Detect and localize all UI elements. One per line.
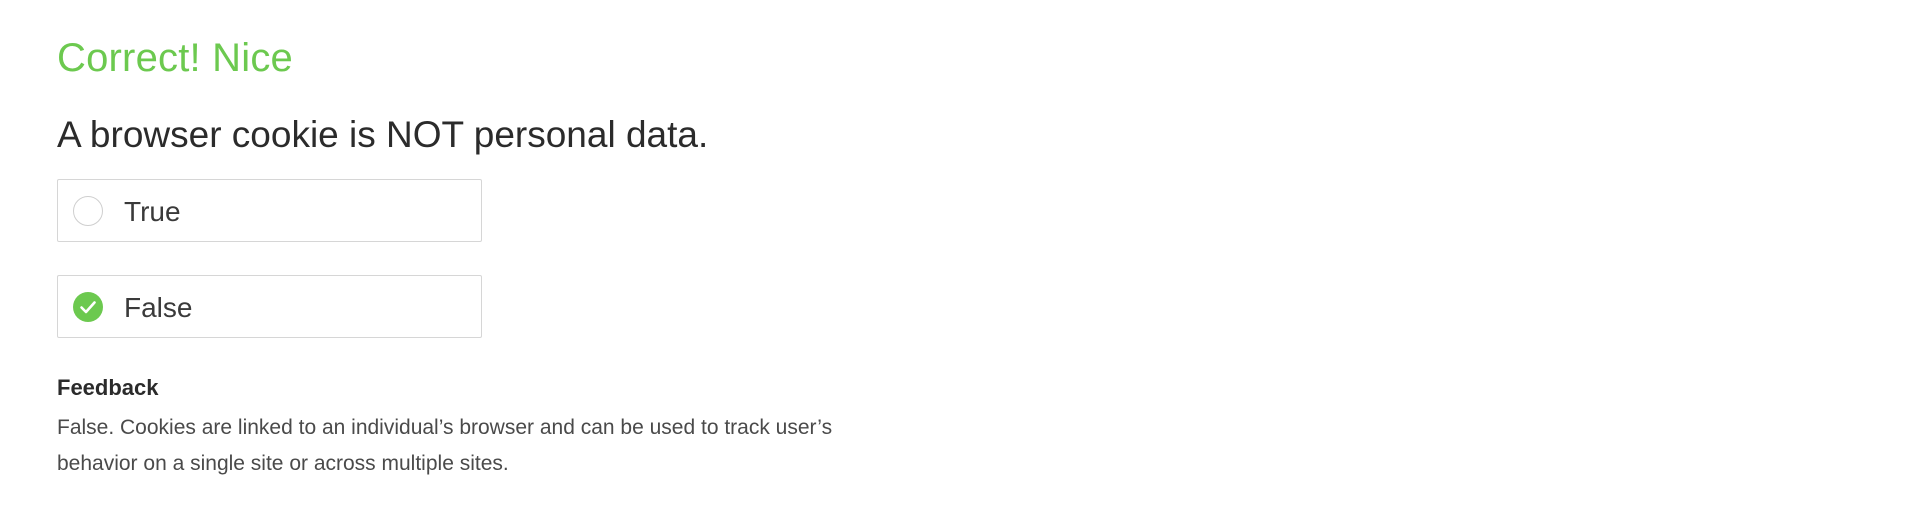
question-text: A browser cookie is NOT personal data. bbox=[57, 114, 709, 155]
feedback-title: Feedback bbox=[57, 375, 159, 400]
option-true[interactable]: True bbox=[57, 179, 482, 242]
radio-empty-icon[interactable] bbox=[73, 196, 103, 226]
check-circle-icon[interactable] bbox=[73, 292, 103, 322]
result-heading: Correct! Nice bbox=[57, 36, 293, 80]
feedback-text: False. Cookies are linked to an individu… bbox=[57, 416, 833, 475]
option-label: True bbox=[124, 196, 181, 227]
option-false[interactable]: False bbox=[57, 275, 482, 338]
option-label: False bbox=[124, 292, 193, 323]
